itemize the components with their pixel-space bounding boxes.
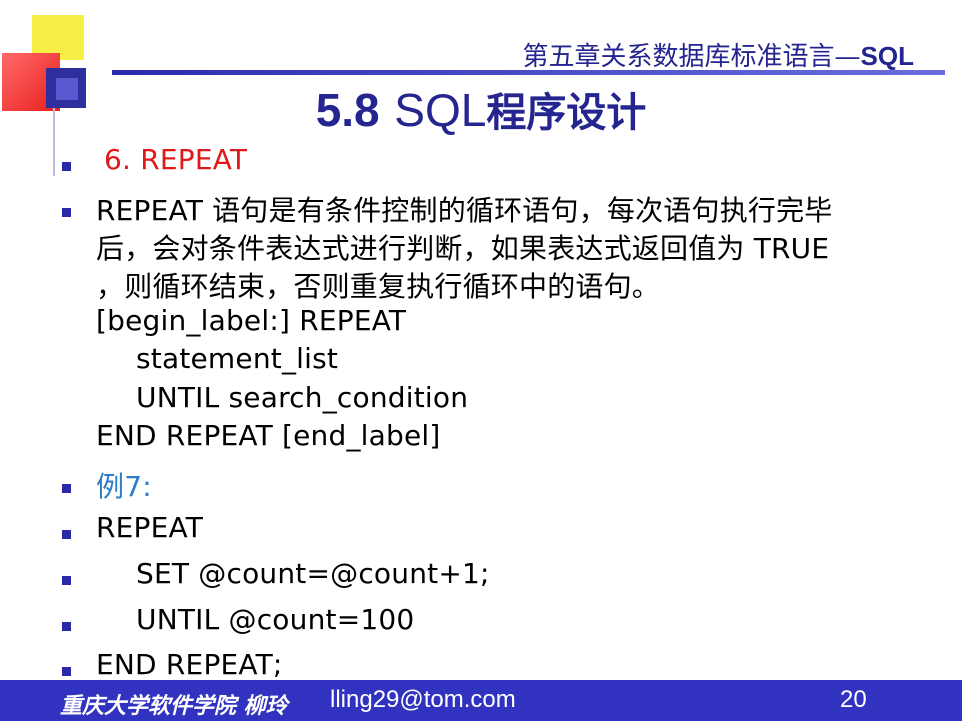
bullet-marker: [62, 576, 71, 585]
page-number: 20: [840, 686, 867, 713]
syntax-line-2: statement_list: [136, 342, 339, 375]
description-line-1: REPEAT 语句是有条件控制的循环语句，每次语句执行完毕: [96, 194, 833, 227]
code-line-4: END REPEAT;: [96, 648, 283, 681]
syntax-line-3: UNTIL search_condition: [136, 381, 469, 414]
bullet-marker: [62, 162, 71, 171]
item-heading: 6. REPEAT: [104, 143, 248, 176]
slide-title-number: 5.8: [315, 84, 380, 136]
bullet-marker: [62, 484, 71, 493]
footer-author: 重庆大学软件学院 柳玲: [60, 693, 288, 719]
slide-title: 5.8 SQL程序设计: [0, 80, 962, 138]
syntax-line-1: [begin_label:] REPEAT: [96, 304, 407, 337]
chapter-title-suffix: SQL: [860, 41, 914, 71]
syntax-line-4: END REPEAT [end_label]: [96, 419, 441, 452]
bullet-marker: [62, 667, 71, 676]
slide-title-chinese: 程序设计: [486, 89, 647, 136]
footer-email: lling29@tom.com: [330, 686, 516, 713]
bullet-marker: [62, 622, 71, 631]
slide-title-sql: SQL: [394, 84, 487, 136]
bullet-marker: [62, 208, 71, 217]
code-line-1: REPEAT: [96, 511, 204, 544]
description-line-3: ，则循环结束，否则重复执行循环中的语句。: [96, 270, 661, 303]
description-line-2: 后，会对条件表达式进行判断，如果表达式返回值为 TRUE: [96, 232, 830, 265]
code-line-2: SET @count=@count+1;: [136, 557, 490, 590]
chapter-title: 第五章关系数据库标准语言—SQL: [523, 36, 914, 73]
bullet-marker: [62, 530, 71, 539]
example-label: 例7:: [96, 470, 152, 503]
code-line-3: UNTIL @count=100: [136, 603, 415, 636]
chapter-title-prefix: 第五章关系数据库标准语言—: [522, 42, 861, 72]
